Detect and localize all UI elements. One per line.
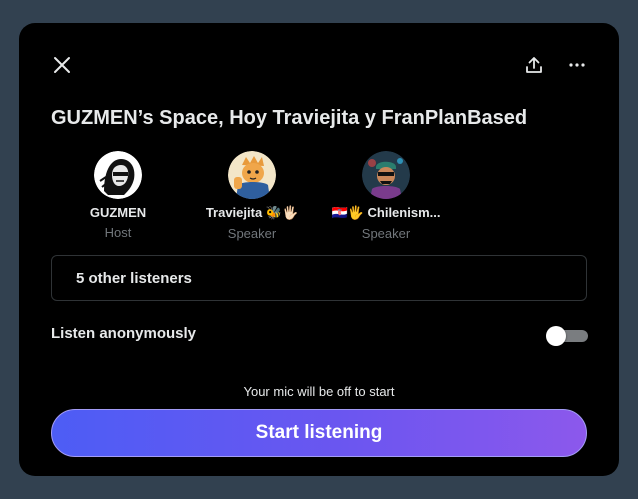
space-modal: GUZMEN’s Space, Hoy Traviejita y FranPla… — [19, 23, 619, 476]
participant-speaker[interactable]: Traviejita 🐝🖐🏻 Speaker — [185, 151, 319, 241]
participant-name: 🇭🇷🖐 Chilenism... — [331, 205, 441, 220]
share-button[interactable] — [517, 48, 551, 82]
participant-host[interactable]: GUZMEN Host — [51, 151, 185, 240]
participant-role: Speaker — [361, 226, 411, 241]
participant-name: GUZMEN — [89, 205, 147, 220]
space-title: GUZMEN’s Space, Hoy Traviejita y FranPla… — [51, 107, 528, 129]
participant-name: Traviejita 🐝🖐🏻 — [205, 205, 299, 220]
participant-role: Speaker — [227, 226, 277, 241]
more-options-button[interactable] — [560, 48, 594, 82]
close-button[interactable] — [45, 48, 79, 82]
mic-notice: Your mic will be off to start — [243, 384, 395, 399]
share-icon — [526, 57, 542, 73]
close-icon — [54, 57, 70, 73]
participant-speaker[interactable]: 🇭🇷🖐 Chilenism... Speaker — [319, 151, 453, 241]
more-icon — [569, 63, 585, 67]
avatar — [362, 151, 410, 199]
avatar — [94, 151, 142, 199]
listeners-label: 5 other listeners — [76, 269, 192, 287]
start-listening-label: Start listening — [255, 422, 383, 443]
start-listening-button[interactable]: Start listening — [51, 409, 587, 457]
listen-anonymously-toggle[interactable] — [546, 325, 588, 346]
participant-role: Host — [104, 225, 132, 240]
participants-list: GUZMEN Host Traviejita 🐝🖐🏻 Speaker 🇭🇷🖐 C… — [51, 151, 451, 241]
listen-anonymously-label: Listen anonymously — [51, 325, 197, 342]
toggle-knob — [546, 326, 566, 346]
avatar — [228, 151, 276, 199]
other-listeners-button[interactable]: 5 other listeners — [51, 255, 587, 301]
